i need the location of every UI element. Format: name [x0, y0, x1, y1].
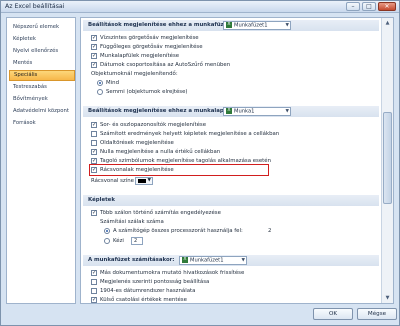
worksheet-select-value: Munka1 [234, 108, 255, 115]
vertical-scrollbar[interactable]: ▲ ▼ [381, 18, 393, 303]
options-sidebar: Népszerű elemek Képletek Nyelvi ellenőrz… [6, 17, 76, 304]
section-header-calculation: A munkafüzet számításakor: X Munkafüzet1 ▼ [83, 255, 379, 266]
gridline-color-picker[interactable]: ▼ [135, 177, 153, 185]
title-bar: Az Excel beállításai – □ ✕ [1, 1, 399, 13]
section-header-workbook: Beállítások megjelenítése ehhez a munkaf… [83, 20, 379, 31]
excel-sheet-icon: X [226, 108, 232, 114]
objects-label: Objektumoknál megjelenítendő: [91, 71, 178, 77]
chevron-down-icon: ▼ [147, 178, 151, 183]
option-label: Megjelenés szerinti pontosság beállítása [100, 279, 210, 285]
excel-options-dialog: Az Excel beállításai – □ ✕ Népszerű elem… [0, 0, 400, 326]
section-title: Beállítások megjelenítése ehhez a munkaf… [88, 22, 243, 28]
option-label: Függőleges görgetősáv megjelenítése [100, 44, 203, 50]
option-label: Több szálon történő számítás engedélyezé… [100, 210, 221, 216]
sidebar-item-trust-center[interactable]: Adatvédelmi központ [9, 106, 75, 117]
section-title: A munkafüzet számításakor: [88, 257, 175, 263]
calc-workbook-select[interactable]: X Munkafüzet1 ▼ [179, 256, 247, 265]
calc-select-value: Munkafüzet1 [190, 257, 224, 264]
checkbox[interactable] [91, 279, 97, 285]
sidebar-item-save[interactable]: Mentés [9, 58, 75, 69]
options-content-panel: Beállítások megjelenítése ehhez a munkaf… [80, 17, 394, 304]
checkbox[interactable]: ✓ [91, 210, 97, 216]
radio-all[interactable] [97, 80, 103, 86]
sidebar-item-customize[interactable]: Testreszabás [9, 82, 75, 93]
option-label: Külső csatolási értékek mentése [100, 297, 187, 303]
checkbox[interactable]: ✓ [91, 270, 97, 276]
option-label: Nulla megjelenítése a nulla értékű cellá… [100, 149, 221, 155]
radio-none[interactable] [97, 89, 103, 95]
chevron-down-icon: ▼ [285, 109, 289, 114]
sidebar-item-advanced[interactable]: Speciális [9, 70, 75, 81]
checkbox[interactable]: ✓ [91, 35, 97, 41]
chevron-down-icon: ▼ [241, 258, 245, 263]
sidebar-item-addins[interactable]: Bővítmények [9, 94, 75, 105]
scroll-up-icon[interactable]: ▲ [383, 19, 392, 28]
close-button[interactable]: ✕ [378, 2, 396, 11]
scroll-down-icon[interactable]: ▼ [383, 294, 392, 303]
chevron-down-icon: ▼ [285, 23, 289, 28]
section-title: Beállítások megjelenítése ehhez a munkal… [88, 108, 237, 114]
sidebar-item-resources[interactable]: Források [9, 118, 75, 129]
option-label: Oldaltörések megjelenítése [100, 140, 174, 146]
ok-button[interactable]: OK [313, 308, 353, 320]
worksheet-select[interactable]: X Munka1 ▼ [223, 107, 291, 116]
window-title: Az Excel beállításai [5, 3, 65, 10]
sidebar-item-proofing[interactable]: Nyelvi ellenőrzés [9, 46, 75, 57]
option-label: Vízszintes görgetősáv megjelenítése [100, 35, 199, 41]
highlight-box [89, 164, 269, 176]
option-label: Dátumok csoportosítása az AutoSzűrő menü… [100, 62, 231, 68]
gridline-color-label: Rácsvonal színe [91, 178, 134, 184]
threads-label: Számítási szálak száma [100, 219, 164, 225]
checkbox[interactable]: ✓ [91, 297, 97, 303]
excel-workbook-icon: X [226, 22, 232, 28]
radio-label: Semmi (objektumok elrejtése) [106, 89, 188, 95]
excel-workbook-icon: X [182, 257, 188, 263]
checkbox[interactable]: ✓ [91, 149, 97, 155]
radio-label: Mind [106, 80, 119, 86]
checkbox[interactable]: ✓ [91, 44, 97, 50]
cancel-button[interactable]: Mégse [357, 308, 397, 320]
option-label: Sor- és oszlopazonosítók megjelenítése [100, 122, 207, 128]
cpu-count: 2 [268, 228, 272, 234]
checkbox[interactable]: ✓ [91, 62, 97, 68]
option-label: Számított eredmények helyett képletek me… [100, 131, 280, 137]
section-header-worksheet: Beállítások megjelenítése ehhez a munkal… [83, 106, 379, 117]
radio-label: A számítógép összes processzorát használ… [113, 228, 243, 234]
maximize-button[interactable]: □ [362, 2, 376, 11]
scrollbar-thumb[interactable] [383, 112, 392, 204]
checkbox[interactable] [91, 131, 97, 137]
checkbox[interactable]: ✓ [91, 53, 97, 59]
radio-manual[interactable] [104, 238, 110, 244]
minimize-button[interactable]: – [346, 2, 360, 11]
checkbox[interactable]: ✓ [91, 122, 97, 128]
option-label: Munkalapfülek megjelenítése [100, 53, 180, 59]
workbook-select[interactable]: X Munkafüzet1 ▼ [223, 21, 291, 30]
workbook-select-value: Munkafüzet1 [234, 22, 268, 29]
radio-label: Kézi [113, 238, 124, 244]
section-header-formulas: Képletek [83, 195, 379, 206]
sidebar-item-formulas[interactable]: Képletek [9, 34, 75, 45]
option-label: Más dokumentumokra mutató hivatkozások f… [100, 270, 245, 276]
color-swatch [138, 179, 146, 183]
option-label: 1904-es dátumrendszer használata [100, 288, 196, 294]
section-title: Képletek [88, 197, 115, 203]
checkbox[interactable] [91, 140, 97, 146]
manual-threads-spinner[interactable]: 2 [131, 237, 143, 245]
radio-all-cpu[interactable] [104, 228, 110, 234]
sidebar-item-popular[interactable]: Népszerű elemek [9, 22, 75, 33]
checkbox[interactable] [91, 288, 97, 294]
